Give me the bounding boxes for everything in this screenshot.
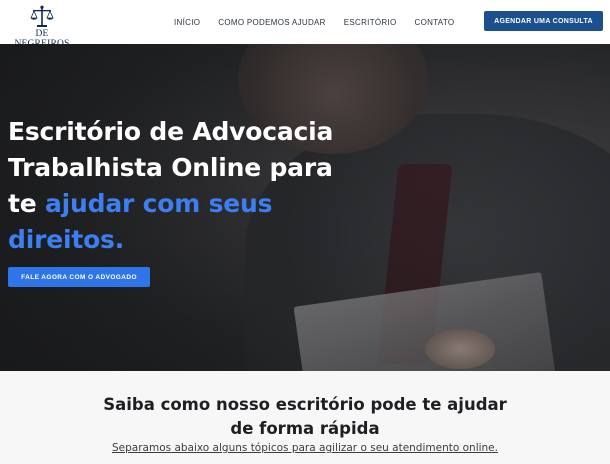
nav-item-contato[interactable]: CONTATO xyxy=(415,18,455,27)
section-title: Saiba como nosso escritório pode te ajud… xyxy=(95,393,515,441)
logo[interactable]: DE NEGREIROS xyxy=(7,3,77,49)
scales-of-justice-icon xyxy=(30,5,54,27)
main-nav: INÍCIO COMO PODEMOS AJUDAR ESCRITÓRIO CO… xyxy=(174,0,472,44)
talk-to-lawyer-button[interactable]: FALE AGORA COM O ADVOGADO xyxy=(8,267,150,287)
hero-title-line2: Trabalhista Online para xyxy=(8,153,333,182)
topics-intro-section: Saiba como nosso escritório pode te ajud… xyxy=(0,371,610,464)
hero-title-accent-2: direitos. xyxy=(8,225,125,254)
nav-item-inicio[interactable]: INÍCIO xyxy=(174,18,200,27)
hero-title-accent-1: ajudar com seus xyxy=(45,189,273,218)
hero-section: Escritório de Advocacia Trabalhista Onli… xyxy=(0,44,610,371)
site-header: DE NEGREIROS INÍCIO COMO PODEMOS AJUDAR … xyxy=(0,0,610,49)
section-title-line2: de forma rápida xyxy=(230,419,380,438)
hero-title-line1: Escritório de Advocacia xyxy=(8,117,334,146)
section-subtitle: Separamos abaixo alguns tópicos para agi… xyxy=(112,442,498,454)
hero-title: Escritório de Advocacia Trabalhista Onli… xyxy=(8,114,368,258)
schedule-consultation-button[interactable]: AGENDAR UMA CONSULTA xyxy=(484,11,603,31)
nav-item-escritorio[interactable]: ESCRITÓRIO xyxy=(344,18,397,27)
hero-title-line3: te xyxy=(8,189,46,218)
nav-item-como-podemos-ajudar[interactable]: COMO PODEMOS AJUDAR xyxy=(218,18,326,27)
section-title-line1: Saiba como nosso escritório pode te ajud… xyxy=(103,395,507,414)
